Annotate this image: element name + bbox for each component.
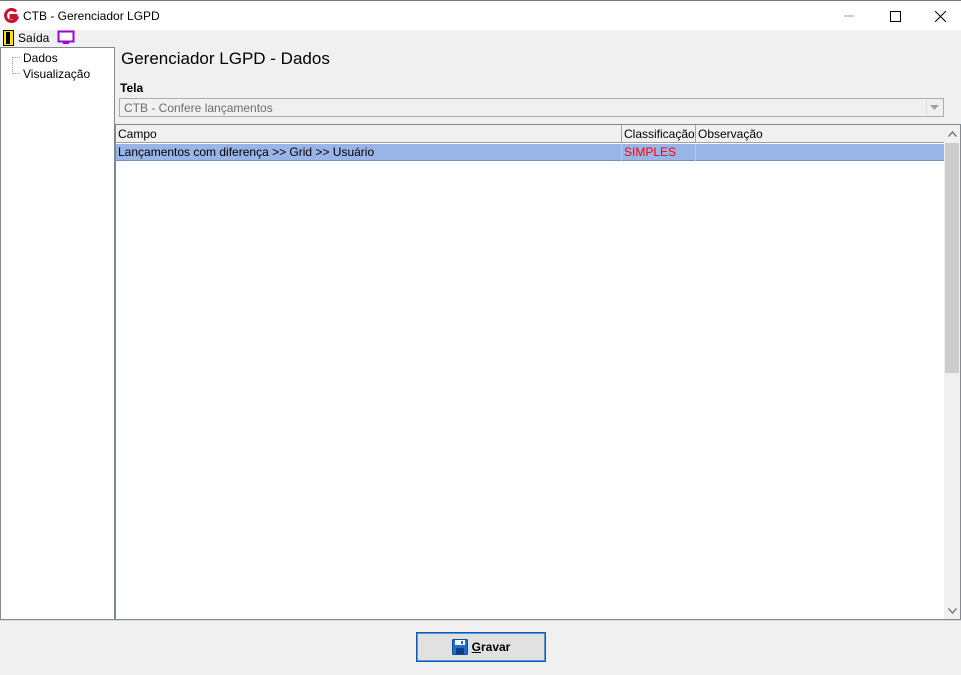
page-title: Gerenciador LGPD - Dados [121, 49, 330, 68]
tree-connector [12, 57, 20, 58]
cell-observacao[interactable] [696, 144, 945, 161]
tela-select-value: CTB - Confere lançamentos [124, 101, 273, 115]
table-row[interactable]: Lançamentos com diferença >> Grid >> Usu… [116, 144, 945, 161]
column-header-observacao[interactable]: Observação [696, 125, 945, 143]
scroll-down-button[interactable] [944, 602, 960, 619]
cell-classificacao[interactable]: SIMPLES [622, 144, 696, 161]
navigation-tree: Dados Visualização [0, 47, 115, 620]
chevron-up-icon [947, 130, 957, 137]
toolbar: Saída [0, 30, 961, 47]
column-header-classificacao[interactable]: Classificação [622, 125, 696, 143]
monitor-icon[interactable] [57, 30, 75, 46]
tela-select[interactable]: CTB - Confere lançamentos [119, 98, 944, 117]
tela-dropdown-button[interactable] [926, 100, 942, 115]
tree-connector [12, 57, 13, 74]
save-button-label: Gravar [471, 640, 511, 654]
vertical-scrollbar[interactable] [944, 125, 960, 619]
exit-label[interactable]: Saída [18, 31, 49, 45]
title-bar: CTB - Gerenciador LGPD [0, 0, 961, 30]
g-logo-icon [4, 8, 19, 23]
exit-door-icon[interactable] [3, 30, 14, 46]
close-icon [934, 10, 946, 22]
scroll-thumb[interactable] [945, 143, 959, 373]
column-header-campo[interactable]: Campo [116, 125, 622, 143]
tree-connector [12, 73, 20, 74]
grid-header: Campo Classificação Observação [116, 125, 945, 143]
footer-bar: Gravar [0, 620, 961, 675]
minimize-button[interactable] [826, 2, 872, 30]
maximize-button[interactable] [872, 2, 918, 30]
minimize-icon [844, 15, 854, 17]
chevron-down-icon [947, 607, 957, 614]
maximize-icon [889, 10, 901, 22]
floppy-disk-icon [451, 639, 468, 655]
tela-label: Tela [120, 81, 144, 95]
fields-grid: Campo Classificação Observação Lançament… [115, 124, 961, 620]
save-button[interactable]: Gravar [416, 632, 546, 662]
close-button[interactable] [917, 2, 961, 30]
scroll-up-button[interactable] [944, 125, 960, 142]
tree-item-dados[interactable]: Dados [23, 51, 58, 65]
tree-item-visualizacao[interactable]: Visualização [23, 67, 90, 81]
chevron-down-icon [930, 105, 939, 110]
cell-campo[interactable]: Lançamentos com diferença >> Grid >> Usu… [116, 144, 622, 161]
window-title: CTB - Gerenciador LGPD [23, 9, 160, 23]
